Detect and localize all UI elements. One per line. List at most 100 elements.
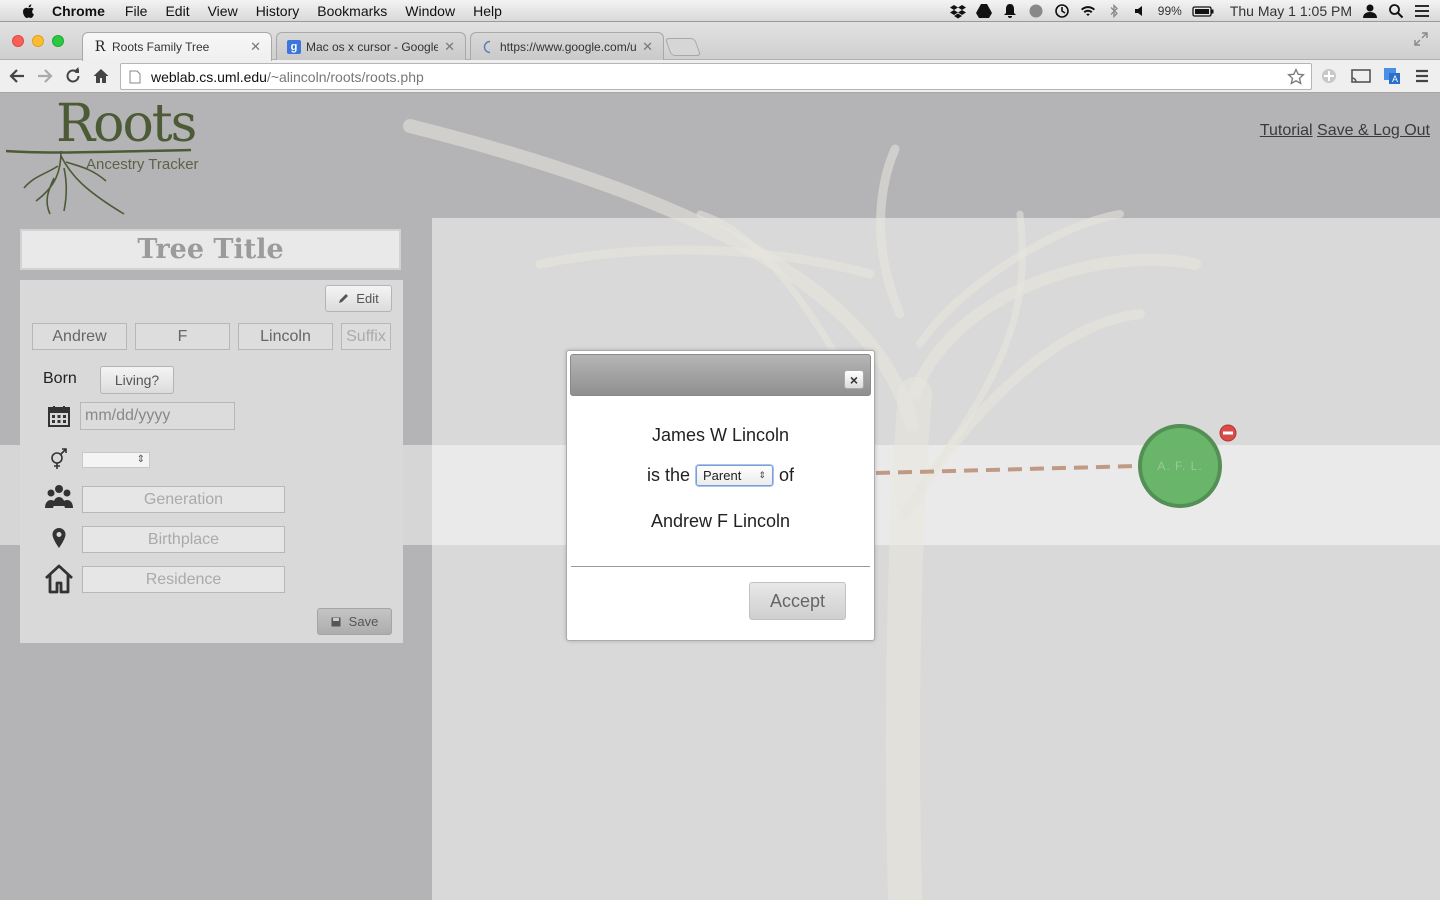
relationship-row: is the Parent ⇕ of [567, 465, 874, 486]
clock[interactable]: Thu May 1 1:05 PM [1230, 3, 1352, 19]
menu-hamburger-icon[interactable] [1413, 67, 1431, 85]
dialog-header: × [570, 354, 871, 396]
relationship-dialog: × James W Lincoln is the Parent ⇕ of And… [566, 350, 875, 641]
dialog-close-button[interactable]: × [844, 370, 864, 389]
relationship-value: Parent [703, 468, 742, 483]
translate-icon[interactable]: A [1383, 67, 1401, 85]
menu-view[interactable]: View [208, 3, 238, 19]
header-links: Tutorial Save & Log Out [1260, 122, 1430, 140]
browser-toolbar: weblab.cs.uml.edu/~alincoln/roots/roots.… [0, 60, 1440, 93]
status-circle-icon[interactable] [1028, 3, 1044, 19]
menu-window[interactable]: Window [405, 3, 455, 19]
battery-percent: 99% [1157, 4, 1182, 18]
forward-button[interactable] [35, 66, 55, 86]
window-close-button[interactable] [12, 35, 24, 47]
relationship-select[interactable]: Parent ⇕ [696, 465, 773, 486]
loading-spinner-icon [481, 40, 495, 54]
pencil-icon [339, 294, 349, 303]
battery-icon[interactable] [1192, 3, 1214, 19]
bookmark-star-icon[interactable] [1287, 68, 1305, 86]
tab-google-loading[interactable]: https://www.google.com/u ✕ [470, 32, 664, 60]
spotlight-search-icon[interactable] [1388, 3, 1404, 19]
time-machine-icon[interactable] [1054, 3, 1070, 19]
floppy-disk-icon [331, 617, 341, 626]
roots-favicon-icon: R [94, 39, 106, 55]
tab-roots-family-tree[interactable]: R Roots Family Tree ✕ [82, 32, 272, 61]
notification-bell-icon[interactable] [1002, 3, 1018, 19]
location-pin-icon [42, 523, 76, 553]
apple-icon[interactable] [20, 2, 38, 20]
window-zoom-button[interactable] [52, 35, 64, 47]
person-details-panel: Edit Andrew F Lincoln Suffix Born Living… [20, 280, 403, 643]
remove-node-icon[interactable] [1219, 424, 1237, 442]
generation-group-icon [42, 482, 76, 512]
drive-icon[interactable] [975, 3, 992, 19]
person-node[interactable]: A. F. L. [1138, 424, 1222, 508]
edit-button[interactable]: Edit [325, 285, 392, 312]
home-icon [93, 69, 109, 83]
gender-select[interactable]: ⇕ [82, 452, 150, 468]
born-label: Born [43, 370, 77, 387]
menu-app-name[interactable]: Chrome [52, 3, 105, 19]
middle-name-field[interactable]: F [135, 323, 230, 350]
first-name-field[interactable]: Andrew [32, 323, 127, 350]
window-minimize-button[interactable] [32, 35, 44, 47]
of-label: of [779, 465, 795, 485]
logo-subtitle: Ancestry Tracker [86, 156, 199, 173]
menu-file[interactable]: File [125, 3, 148, 19]
save-button[interactable]: Save [317, 608, 392, 635]
is-the-label: is the [646, 465, 690, 485]
last-name-field[interactable]: Lincoln [238, 323, 333, 350]
calendar-icon [42, 401, 76, 431]
tab-close-icon[interactable]: ✕ [250, 39, 261, 55]
tab-label: https://www.google.com/u [500, 39, 637, 54]
google-favicon-icon: g [287, 39, 301, 54]
birth-date-input[interactable]: mm/dd/yyyy [80, 402, 235, 430]
tab-strip: R Roots Family Tree ✕ g Mac os x cursor … [0, 22, 1440, 61]
volume-icon[interactable] [1132, 3, 1148, 19]
notification-center-icon[interactable] [1414, 3, 1430, 19]
dialog-divider [571, 566, 870, 567]
bluetooth-icon[interactable] [1106, 3, 1122, 19]
menu-history[interactable]: History [256, 3, 300, 19]
tab-close-icon[interactable]: ✕ [444, 39, 455, 55]
save-label: Save [348, 614, 379, 629]
tab-google-search[interactable]: g Mac os x cursor - Google S ✕ [276, 32, 466, 60]
wifi-icon[interactable] [1080, 3, 1096, 19]
reload-button[interactable] [63, 66, 83, 86]
accept-button[interactable]: Accept [749, 582, 846, 620]
status-area: 99% Thu May 1 1:05 PM [949, 0, 1430, 22]
url-host: weblab.cs.uml.edu [151, 68, 267, 85]
cast-icon[interactable] [1350, 67, 1372, 85]
page-icon [129, 70, 141, 83]
back-button[interactable] [7, 66, 27, 86]
generation-input[interactable]: Generation [82, 486, 285, 513]
user-icon[interactable] [1362, 3, 1378, 19]
back-arrow-icon [9, 69, 24, 83]
menu-bookmarks[interactable]: Bookmarks [317, 3, 387, 19]
forward-arrow-icon [38, 69, 53, 83]
tutorial-link[interactable]: Tutorial [1260, 122, 1313, 139]
suffix-field[interactable]: Suffix [341, 323, 391, 350]
save-logout-link[interactable]: Save & Log Out [1317, 122, 1430, 139]
reload-icon [66, 67, 80, 83]
new-tab-button[interactable] [664, 38, 702, 56]
home-button[interactable] [91, 66, 111, 86]
fullscreen-icon[interactable] [1414, 32, 1428, 46]
tab-close-icon[interactable]: ✕ [642, 39, 653, 55]
living-toggle-button[interactable]: Living? [100, 366, 174, 394]
dropbox-icon[interactable] [949, 3, 966, 19]
logo-title: Roots [56, 94, 197, 154]
page-content: Roots Ancestry Tracker Tutorial Save & L… [0, 94, 1440, 900]
menu-edit[interactable]: Edit [165, 3, 189, 19]
tree-title[interactable]: Tree Title [20, 229, 401, 270]
residence-input[interactable]: Residence [82, 566, 285, 593]
gender-icon [42, 444, 76, 474]
roots-logo[interactable]: Roots Ancestry Tracker [6, 94, 206, 216]
address-bar[interactable]: weblab.cs.uml.edu/~alincoln/roots/roots.… [120, 63, 1312, 90]
residence-home-icon [42, 562, 76, 596]
node-initials: A. F. L. [1157, 459, 1203, 473]
extension-shield-icon[interactable] [1320, 67, 1338, 85]
menu-help[interactable]: Help [473, 3, 502, 19]
birthplace-input[interactable]: Birthplace [82, 526, 285, 553]
